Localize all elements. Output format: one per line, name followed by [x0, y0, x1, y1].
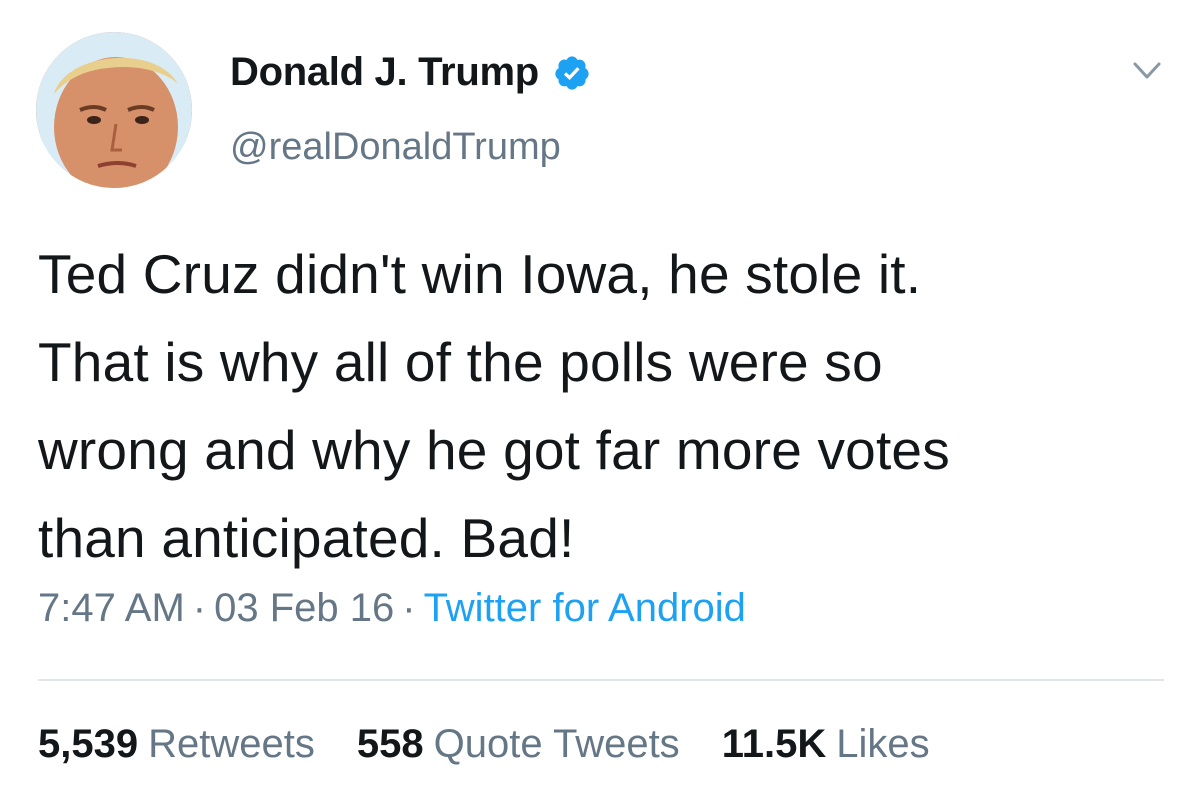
display-name[interactable]: Donald J. Trump — [230, 50, 539, 95]
retweets-label: Retweets — [148, 722, 315, 766]
likes-stat[interactable]: 11.5K Likes — [722, 722, 930, 767]
name-row: Donald J. Trump — [230, 50, 591, 95]
tweet-line: Ted Cruz didn't win Iowa, he stole it. — [38, 243, 922, 305]
user-handle[interactable]: @realDonaldTrump — [230, 126, 561, 169]
tweet-source-link[interactable]: Twitter for Android — [424, 586, 746, 630]
tweet-card: Donald J. Trump @realDonaldTrump Ted Cru… — [0, 0, 1200, 800]
likes-count: 11.5K — [721, 722, 827, 766]
engagement-stats: 5,539 Retweets 558 Quote Tweets 11.5K Likes — [38, 722, 930, 767]
quote-tweets-label: Quote Tweets — [433, 722, 680, 766]
tweet-meta: 7:47 AM · 03 Feb 16 · Twitter for Android — [38, 586, 746, 631]
tweet-line: wrong and why he got far more votes — [38, 419, 950, 481]
tweet-time[interactable]: 7:47 AM — [38, 586, 185, 630]
quote-tweets-stat[interactable]: 558 Quote Tweets — [357, 722, 680, 767]
verified-badge-icon — [555, 55, 589, 90]
tweet-line: than anticipated. Bad! — [38, 507, 575, 569]
avatar[interactable] — [36, 32, 192, 188]
divider — [38, 679, 1164, 681]
retweets-stat[interactable]: 5,539 Retweets — [38, 722, 315, 767]
retweets-count: 5,539 — [38, 722, 139, 766]
tweet-text: Ted Cruz didn't win Iowa, he stole it. T… — [38, 230, 1168, 582]
chevron-down-icon[interactable] — [1132, 60, 1162, 82]
meta-separator: · — [192, 586, 207, 630]
meta-separator: · — [402, 586, 416, 630]
tweet-line: That is why all of the polls were so — [38, 331, 883, 393]
tweet-date[interactable]: 03 Feb 16 — [214, 586, 394, 630]
quote-tweets-count: 558 — [356, 722, 424, 766]
profile-photo-icon — [36, 32, 192, 188]
likes-label: Likes — [836, 722, 930, 766]
